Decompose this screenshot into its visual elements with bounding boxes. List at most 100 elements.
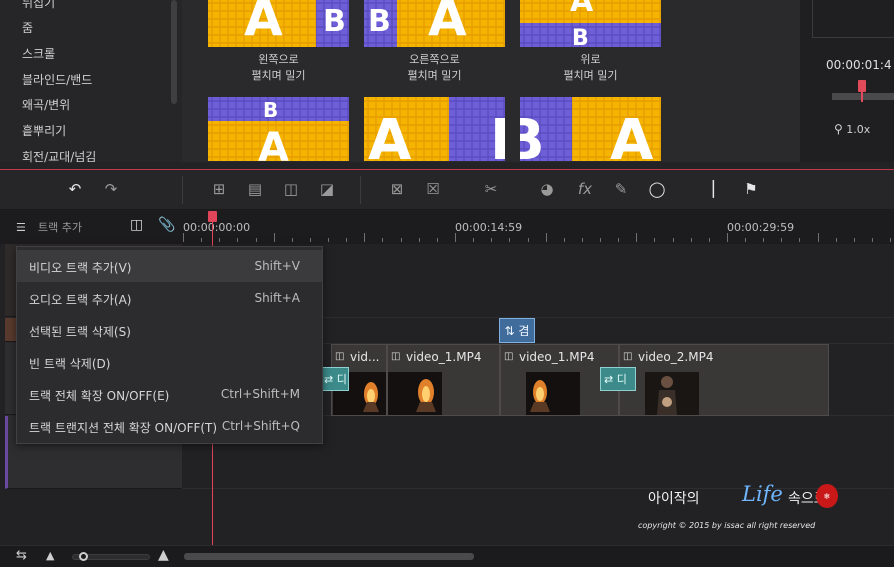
transition-clip[interactable]: ⇄ 디 (600, 367, 636, 391)
undo-icon[interactable]: ↶ (64, 178, 86, 200)
ruler-tick (835, 238, 837, 242)
marker-in-icon[interactable]: ⎢ (704, 178, 726, 200)
redo-icon[interactable]: ↷ (100, 178, 122, 200)
zoom-out-icon[interactable]: ▲ (46, 549, 54, 562)
thumb-letter-a: A (570, 0, 594, 19)
add-track-label: 트랙 추가 (38, 221, 82, 234)
ruler-tick (527, 238, 529, 242)
transition-label: 오른쪽으로 펼치며 밀기 (364, 52, 505, 84)
category-item[interactable]: 왜곡/변위 (22, 96, 70, 113)
clip-frame (526, 372, 580, 415)
ruler-tick (853, 238, 855, 242)
thumb-letter-a: A (610, 108, 654, 161)
add-track-icon: ☰ (16, 221, 26, 234)
clip-name: video_2.MP4 (638, 350, 714, 364)
category-scrollbar[interactable] (171, 0, 177, 104)
video-clip[interactable]: ◫ video_2.MP4 (619, 344, 829, 416)
add-clip-icon[interactable]: ⊞ (208, 178, 230, 200)
menu-item-delete-empty-track[interactable]: 빈 트랙 삭제(D) (17, 346, 322, 378)
transition-thumb[interactable]: A B (520, 0, 661, 47)
camera-icon: ◫ (623, 351, 633, 362)
thumb-letter-b: B (263, 98, 278, 122)
transition-thumb[interactable]: A B (208, 0, 349, 47)
transition-thumb[interactable]: A B (364, 97, 505, 161)
transition-grid: A B 왼쪽으로 펼치며 밀기 B A 오른쪽으로 펼치며 밀기 A B 위로 … (182, 0, 792, 162)
transition-label-line: 펼치며 밀기 (563, 69, 618, 82)
transition-label-line: 위로 (580, 53, 601, 66)
add-track-menu: 비디오 트랙 추가(V) Shift+V 오디오 트랙 추가(A) Shift+A … (16, 246, 323, 444)
menu-item-shortcut: Ctrl+Shift+Q (221, 419, 300, 433)
marker-out-icon[interactable]: ⚑ (740, 178, 762, 200)
crop-icon[interactable]: ▤ (244, 178, 266, 200)
menu-item-expand-all-transitions[interactable]: 트랙 트랜지션 전체 확장 ON/OFF(T) Ctrl+Shift+Q (17, 410, 322, 442)
thumb-letter-b: B (520, 108, 545, 161)
transition-clip-label: 겸 (518, 324, 530, 338)
ruler-tick (291, 238, 293, 242)
zoom-slider-knob[interactable] (79, 552, 88, 561)
transition-icon: ⇄ (604, 372, 614, 386)
transition-label-line: 펼치며 밀기 (407, 69, 462, 82)
time-ruler[interactable]: 00:00:00:00 00:00:14:59 00:00:29:59 (182, 211, 894, 244)
transition-thumb[interactable]: B A (208, 97, 349, 161)
fit-timeline-icon[interactable]: ⇆ (16, 548, 27, 563)
preview-seekbar[interactable] (832, 93, 894, 100)
split-icon[interactable]: ◫ (280, 178, 302, 200)
link-icon[interactable]: 📎 (158, 217, 175, 233)
snap-icon[interactable]: ◫ (130, 217, 143, 233)
zoom-in-icon[interactable]: ▲ (158, 547, 169, 563)
ruler-tick (817, 233, 819, 242)
ruler-timecode: 00:00:14:59 (455, 221, 523, 234)
mirror-icon[interactable]: ◪ (316, 178, 338, 200)
menu-item-shortcut: Ctrl+Shift+M (220, 387, 300, 401)
menu-item-shortcut: Shift+V (254, 259, 300, 273)
playhead-handle[interactable] (208, 211, 217, 222)
preview-timecode: 00:00:01:4 (826, 58, 892, 72)
camera-icon: ◫ (504, 351, 514, 362)
category-list: 뒤집기 줌 스크롤 블라인드/밴드 왜곡/변위 흩뿌리기 회전/교대/넘김 (0, 0, 182, 165)
ruler-tick (382, 238, 384, 242)
category-item[interactable]: 뒤집기 (22, 0, 55, 11)
preview-panel: 00:00:01:4 ⚲ 1.0x (792, 0, 894, 162)
category-item[interactable]: 회전/교대/넘김 (22, 148, 96, 165)
transition-thumb[interactable]: B A (520, 97, 661, 161)
transition-icon: ⇅ (504, 323, 515, 338)
fx-icon[interactable]: fx (574, 178, 596, 200)
add-track-button[interactable]: ☰ 트랙 추가 (16, 219, 82, 235)
thumb-letter-a: A (244, 0, 283, 47)
delete-clip-icon[interactable]: ⊠ (386, 178, 408, 200)
clip-name: vid... (350, 350, 380, 364)
menu-item-label: 오디오 트랙 추가(A) (29, 293, 132, 307)
transition-clip[interactable]: ⇅ 겸 (499, 318, 535, 343)
menu-item-expand-all-tracks[interactable]: 트랙 전체 확장 ON/OFF(E) Ctrl+Shift+M (17, 378, 322, 410)
shield-icon[interactable]: ◯ (646, 178, 668, 200)
thumb-letter-a: A (258, 125, 289, 161)
preview-playhead[interactable] (858, 80, 866, 102)
pen-icon[interactable]: ✎ (610, 178, 632, 200)
toolbar-divider (182, 176, 183, 204)
delete-gap-icon[interactable]: ☒ (422, 178, 444, 200)
transition-clip[interactable]: ⇄ 디 (320, 367, 349, 391)
menu-item-delete-selected-track[interactable]: 선택된 트랙 삭제(S) (17, 314, 322, 346)
menu-item-label: 트랙 트랜지션 전체 확장 ON/OFF(T) (29, 421, 218, 435)
category-item[interactable]: 줌 (22, 19, 33, 36)
category-item[interactable]: 블라인드/밴드 (22, 71, 92, 88)
scissors-icon[interactable]: ✂ (480, 178, 502, 200)
menu-item-add-video-track[interactable]: 비디오 트랙 추가(V) Shift+V (17, 250, 322, 282)
clip-frame (645, 372, 699, 415)
transition-clip-label: 디 (336, 373, 347, 386)
transition-label: 위로펼치며 밀기 (520, 52, 661, 84)
watermark: 아이작의 Life 속으로 ❄ copyright © 2015 by issa… (638, 482, 848, 534)
category-item[interactable]: 스크롤 (22, 45, 55, 62)
ruler-tick (708, 238, 710, 242)
thumb-letter-a: A (368, 108, 412, 161)
category-item[interactable]: 흩뿌리기 (22, 122, 66, 139)
menu-item-add-audio-track[interactable]: 오디오 트랙 추가(A) Shift+A (17, 282, 322, 314)
transition-label-line: 왼쪽으로 (258, 53, 299, 66)
preview-zoom[interactable]: ⚲ 1.0x (834, 122, 870, 136)
timeline-scrollbar[interactable] (184, 553, 474, 560)
video-clip[interactable]: ◫ video_1.MP4 (387, 344, 500, 416)
transition-thumb[interactable]: B A (364, 0, 505, 47)
ruler-timecode: 00:00:29:59 (727, 221, 795, 234)
ruler-tick (454, 233, 456, 242)
speed-icon[interactable]: ◕ (536, 178, 558, 200)
